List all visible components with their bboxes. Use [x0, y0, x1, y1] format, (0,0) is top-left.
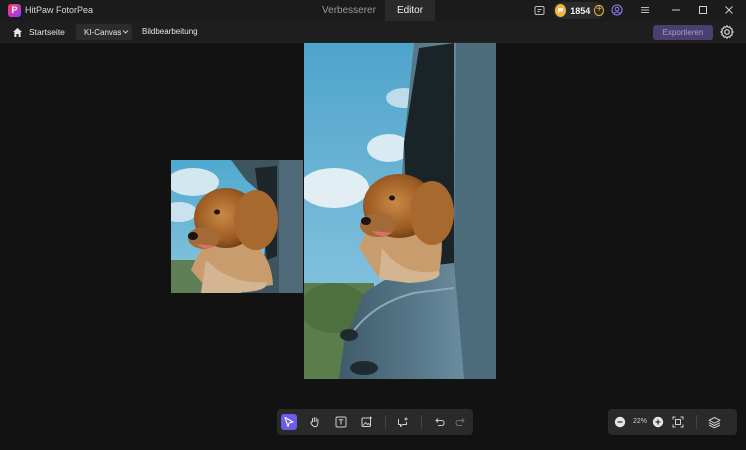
- add-image-tool[interactable]: [359, 414, 375, 430]
- hand-tool[interactable]: [307, 414, 323, 430]
- export-button[interactable]: Exportieren: [653, 25, 713, 40]
- bottom-toolbar: [277, 409, 473, 435]
- text-tool[interactable]: [333, 414, 349, 430]
- app-logo-icon: P: [8, 4, 21, 17]
- home-label: Startseite: [29, 27, 65, 37]
- canvas-image-small[interactable]: [171, 160, 303, 293]
- minimize-icon[interactable]: [669, 3, 683, 17]
- tab-editor[interactable]: Editor: [385, 0, 435, 21]
- close-icon[interactable]: [722, 3, 736, 17]
- home-button[interactable]: Startseite: [12, 25, 65, 39]
- text-icon: [335, 416, 347, 428]
- gear-icon: [719, 24, 735, 40]
- fit-screen-button[interactable]: [670, 414, 686, 430]
- select-tool[interactable]: [281, 414, 297, 430]
- settings-button[interactable]: [719, 24, 735, 40]
- toolbar-divider: [421, 415, 422, 429]
- coin-icon: [555, 4, 567, 17]
- hand-icon: [310, 417, 319, 428]
- cursor-icon: [284, 416, 294, 428]
- app-name: HitPaw FotorPea: [25, 5, 94, 15]
- zoom-out-button[interactable]: [612, 414, 628, 430]
- minus-circle-icon: [614, 416, 626, 428]
- plus-circle-icon: [652, 416, 664, 428]
- zoom-level: 22%: [632, 418, 647, 425]
- layers-icon: [708, 416, 720, 428]
- feedback-icon[interactable]: [532, 3, 546, 17]
- canvas-image-large[interactable]: [304, 43, 496, 379]
- redo-icon: [455, 418, 465, 426]
- bildbearbeitung-tab[interactable]: Bildbearbeitung: [142, 27, 198, 36]
- tab-verbesserer[interactable]: Verbesserer: [305, 0, 393, 21]
- ki-canvas-label: KI-Canvas: [84, 27, 122, 37]
- chevron-down-icon: [122, 30, 129, 34]
- credits-count: 1854: [570, 5, 591, 16]
- menu-icon[interactable]: [638, 3, 652, 17]
- undo-icon: [435, 418, 445, 426]
- account-icon[interactable]: [610, 3, 624, 17]
- home-icon: [13, 27, 22, 37]
- credits-badge[interactable]: 1854 +: [553, 2, 604, 19]
- add-credits-icon[interactable]: +: [594, 5, 604, 16]
- redo-button[interactable]: [453, 414, 469, 430]
- fit-screen-icon: [672, 416, 684, 428]
- sparkle-chat-icon: [398, 416, 409, 427]
- zoom-in-button[interactable]: [650, 414, 666, 430]
- app-window: P HitPaw FotorPea Verbesserer Editor 185…: [0, 0, 746, 450]
- toolbar-divider: [696, 415, 697, 429]
- undo-button[interactable]: [431, 414, 447, 430]
- zoom-toolbar: [608, 409, 737, 435]
- ai-chat-tool[interactable]: [395, 414, 411, 430]
- ki-canvas-dropdown[interactable]: KI-Canvas: [76, 24, 132, 40]
- toolbar-divider: [385, 415, 386, 429]
- maximize-icon[interactable]: [696, 3, 710, 17]
- image-plus-icon: [361, 416, 372, 427]
- title-bar: P HitPaw FotorPea Verbesserer Editor 185…: [0, 0, 746, 21]
- layers-button[interactable]: [706, 414, 722, 430]
- top-toolbar: Startseite KI-Canvas Bildbearbeitung Exp…: [0, 21, 746, 43]
